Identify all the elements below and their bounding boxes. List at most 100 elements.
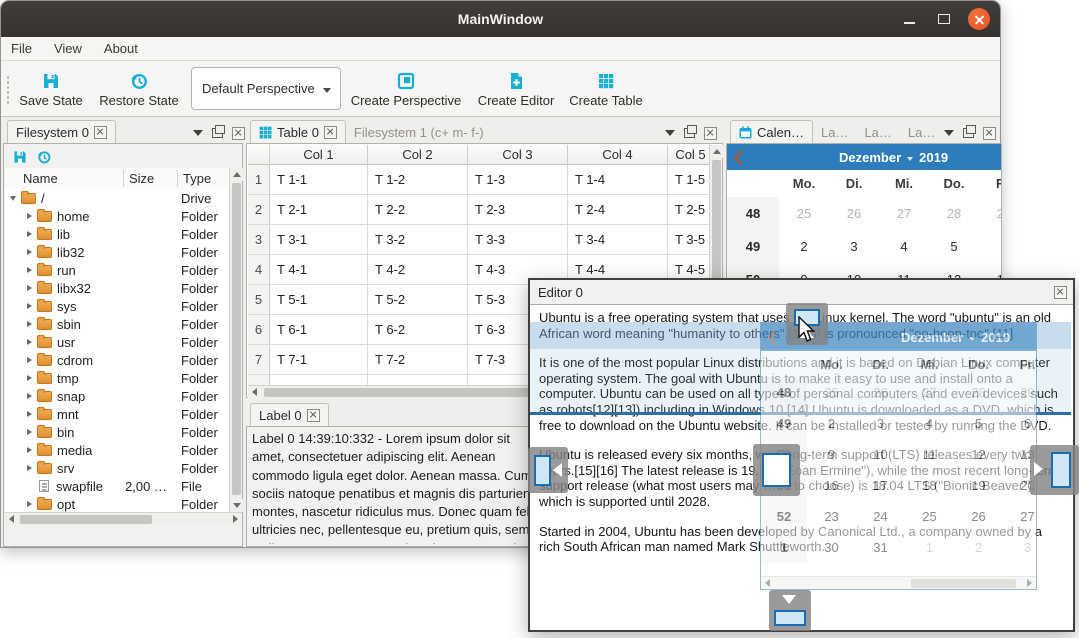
calendar-day-cell[interactable]: 26 [856, 377, 905, 408]
table-cell[interactable]: T 7-1 [270, 345, 368, 375]
month-label[interactable]: Dezember [901, 330, 963, 345]
menu-view[interactable]: View [54, 41, 82, 56]
calendar-day-cell[interactable]: 10 [856, 439, 905, 470]
calendar-day-cell[interactable]: 27 [905, 377, 954, 408]
panel-menu-icon[interactable] [193, 130, 203, 141]
drop-indicator-center[interactable] [753, 444, 800, 496]
panel-menu-icon[interactable] [944, 130, 954, 141]
expander-icon[interactable] [23, 321, 35, 327]
tree-row-sys[interactable]: sysFolder [5, 297, 229, 315]
column-header-name[interactable]: Name [23, 171, 58, 186]
tree-row-media[interactable]: mediaFolder [5, 441, 229, 459]
table-cell[interactable]: T 2-2 [368, 195, 468, 225]
calendar-day-cell[interactable]: 11 [905, 439, 954, 470]
editor-close-icon[interactable] [1054, 286, 1067, 299]
previous-month-icon[interactable] [734, 149, 750, 165]
expander-icon[interactable] [7, 193, 19, 204]
calendar-day-cell[interactable]: 4 [905, 408, 954, 439]
table-cell[interactable]: T 2-1 [270, 195, 368, 225]
float-panel-icon[interactable] [212, 128, 223, 138]
expander-icon[interactable] [23, 465, 35, 471]
column-header-size[interactable]: Size [129, 171, 154, 186]
tab-filesystem-0[interactable]: Filesystem 0 [7, 120, 116, 143]
expander-icon[interactable] [23, 339, 35, 345]
float-panel-icon[interactable] [963, 128, 974, 138]
tab-label-0[interactable]: Label 0 [250, 403, 329, 426]
calendar-day-cell[interactable]: 24 [856, 501, 905, 532]
panel-menu-icon[interactable] [665, 130, 675, 141]
expander-icon[interactable] [23, 393, 35, 399]
tab-label-1[interactable]: La… [813, 121, 856, 143]
restore-state-button[interactable]: Restore State [93, 65, 185, 113]
calendar-day-cell[interactable]: 1 [905, 532, 954, 563]
calendar-day-cell[interactable]: 4 [879, 230, 929, 263]
perspective-selector[interactable]: Default Perspective [191, 67, 341, 110]
table-cell[interactable]: T 8-1 [270, 375, 368, 385]
calendar-day-cell[interactable]: 2 [779, 230, 829, 263]
calendar-day-cell[interactable]: 26 [954, 501, 1003, 532]
tree-row-opt[interactable]: optFolder [5, 495, 229, 512]
close-panel-icon[interactable] [704, 127, 717, 140]
calendar-day-cell[interactable]: 12 [954, 439, 1003, 470]
save-layout-icon[interactable] [12, 149, 28, 165]
tree-row-usr[interactable]: usrFolder [5, 333, 229, 351]
month-label[interactable]: Dezember [839, 150, 901, 165]
tree-row-snap[interactable]: snapFolder [5, 387, 229, 405]
scroll-left-icon[interactable] [9, 515, 14, 523]
calendar-day-cell[interactable]: 23 [807, 501, 856, 532]
tree-row-lib32[interactable]: lib32Folder [5, 243, 229, 261]
tab-label-2[interactable]: La… [856, 121, 899, 143]
scrollbar-thumb[interactable] [20, 515, 152, 524]
calendar-day-cell[interactable]: 3 [1003, 532, 1037, 563]
expander-icon[interactable] [23, 357, 35, 363]
expander-icon[interactable] [23, 429, 35, 435]
create-editor-button[interactable]: Create Editor [471, 65, 561, 113]
expander-icon[interactable] [23, 213, 35, 219]
calendar-day-cell[interactable]: 2 [807, 408, 856, 439]
tab-close-icon[interactable] [324, 126, 337, 139]
column-header-4[interactable]: Col 4 [568, 145, 668, 165]
scroll-down-icon[interactable] [233, 503, 241, 508]
calendar-day-cell[interactable]: 6 [1003, 408, 1037, 439]
tree-row-mnt[interactable]: mntFolder [5, 405, 229, 423]
table-cell[interactable]: T 5-2 [368, 285, 468, 315]
table-cell[interactable]: T 2-3 [468, 195, 568, 225]
previous-month-icon[interactable] [768, 329, 784, 345]
scroll-up-icon[interactable] [713, 149, 721, 154]
table-cell[interactable]: T 4-1 [270, 255, 368, 285]
float-panel-icon[interactable] [684, 128, 695, 138]
table-cell[interactable]: T 7-2 [368, 345, 468, 375]
tree-row-/[interactable]: /Drive [5, 189, 229, 207]
save-state-button[interactable]: Save State [11, 65, 91, 113]
calendar-day-cell[interactable]: 19 [954, 470, 1003, 501]
table-cell[interactable]: T 3-4 [568, 225, 668, 255]
calendar-day-cell[interactable]: 25 [807, 377, 856, 408]
table-cell[interactable]: T 6-2 [368, 315, 468, 345]
tree-row-libx32[interactable]: libx32Folder [5, 279, 229, 297]
minimize-button[interactable] [898, 8, 920, 30]
calendar-day-cell[interactable]: 25 [905, 501, 954, 532]
scroll-left-icon[interactable] [252, 388, 257, 396]
editor-titlebar[interactable]: Editor 0 [530, 280, 1073, 305]
tab-close-icon[interactable] [307, 409, 320, 422]
tab-filesystem-1[interactable]: Filesystem 1 (c+ m- f-) [346, 121, 492, 143]
table-cell[interactable]: T 2-5 [668, 195, 709, 225]
close-panel-icon[interactable] [232, 127, 245, 140]
column-header-type[interactable]: Type [183, 171, 211, 186]
calendar-day-cell[interactable]: 30 [807, 532, 856, 563]
titlebar[interactable]: MainWindow [1, 1, 1000, 37]
scroll-up-icon[interactable] [233, 172, 241, 177]
scrollbar-thumb[interactable] [232, 183, 241, 495]
calendar-day-cell[interactable]: 17 [856, 470, 905, 501]
calendar-day-cell[interactable]: 27 [1003, 501, 1037, 532]
table-cell[interactable]: T 4-2 [368, 255, 468, 285]
create-perspective-button[interactable]: Create Perspective [347, 65, 465, 113]
column-header-3[interactable]: Col 3 [468, 145, 568, 165]
calendar-day-cell[interactable]: 9 [807, 439, 856, 470]
tab-close-icon[interactable] [94, 126, 107, 139]
expander-icon[interactable] [23, 231, 35, 237]
tree-row-tmp[interactable]: tmpFolder [5, 369, 229, 387]
restore-layout-icon[interactable] [36, 149, 52, 165]
calendar-day-cell[interactable]: 2 [954, 532, 1003, 563]
expander-icon[interactable] [23, 249, 35, 255]
